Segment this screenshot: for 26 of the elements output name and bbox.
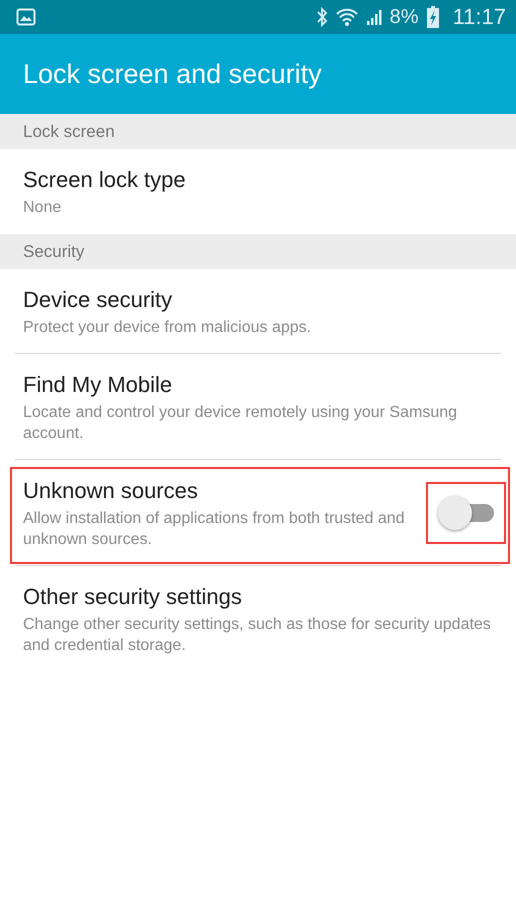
settings-item[interactable]: Device security Protect your device from malicious apps. xyxy=(0,269,516,354)
setting-summary: None xyxy=(23,198,62,218)
setting-title: Screen lock type xyxy=(23,167,187,193)
toggle-switch[interactable] xyxy=(438,496,494,530)
section-title: Lock screen xyxy=(23,122,115,142)
settings-item[interactable]: Find My Mobile Locate and control your device remotely using your Samsung account. xyxy=(0,354,516,460)
battery-charging-icon xyxy=(426,6,439,28)
gallery-icon xyxy=(16,8,36,26)
settings-item[interactable]: Other security settings Change other security settings, such as those for security updates and credential storage. xyxy=(0,566,516,672)
setting-title: Other security settings xyxy=(23,584,243,610)
setting-title: Find My Mobile xyxy=(23,372,174,398)
setting-summary: Locate and control your device remotely using your Samsung account. xyxy=(23,403,458,444)
setting-summary: Protect your device from malicious apps. xyxy=(23,318,312,338)
setting-title: Device security xyxy=(23,287,174,313)
battery-percent: 8% xyxy=(390,6,419,28)
setting-summary: Allow installation of applications from both trusted and unknown sources. xyxy=(23,509,406,550)
wifi-icon xyxy=(336,7,358,27)
screen-title: Lock screen and security xyxy=(23,58,322,90)
signal-icon xyxy=(366,9,382,25)
settings-item[interactable]: Unknown sources Allow installation of applications from both trusted and unknown sources. xyxy=(0,460,516,566)
clock: 11:17 xyxy=(452,4,506,30)
setting-title: Unknown sources xyxy=(23,478,199,504)
setting-summary: Change other security settings, such as those for security updates and credential storage. xyxy=(23,615,492,656)
settings-item[interactable]: Screen lock type None xyxy=(0,149,516,234)
bluetooth-icon xyxy=(316,7,328,27)
section-title: Security xyxy=(23,242,84,262)
